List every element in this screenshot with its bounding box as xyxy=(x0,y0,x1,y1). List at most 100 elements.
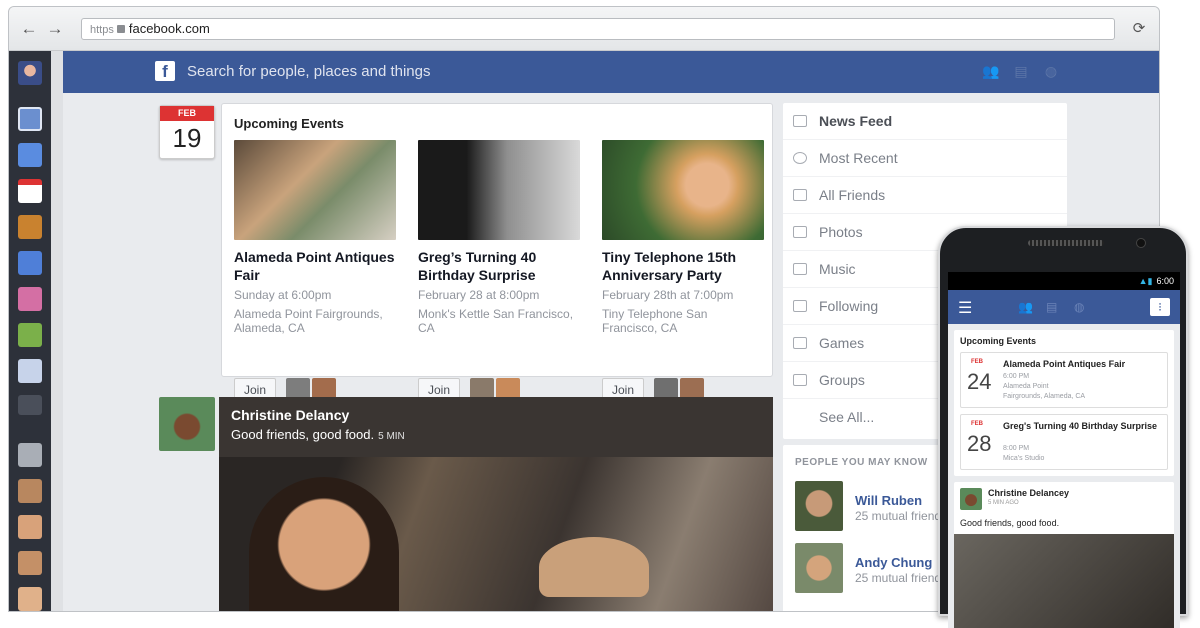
app-football-icon[interactable] xyxy=(18,323,42,347)
mutual-friends[interactable]: 25 mutual friends xyxy=(855,571,947,585)
phone-event-location: Alameda Point xyxy=(1003,383,1049,390)
friends-icon xyxy=(793,189,807,201)
post-author-avatar[interactable] xyxy=(159,397,215,451)
nav-item-label: Music xyxy=(819,261,856,277)
pymk-title: PEOPLE YOU MAY KNOW xyxy=(795,457,928,468)
news-feed-icon[interactable] xyxy=(18,107,42,131)
facebook-logo-icon[interactable]: f xyxy=(155,61,175,81)
url-protocol: https xyxy=(90,24,114,36)
upcoming-events-title: Upcoming Events xyxy=(234,116,344,131)
event-photo[interactable] xyxy=(418,140,580,240)
left-sidebar xyxy=(9,51,51,611)
nav-item-news-feed[interactable]: News Feed xyxy=(783,103,1067,140)
event-time: February 28 at 8:00pm xyxy=(418,288,540,302)
phone-event-day: 24 xyxy=(967,369,992,394)
reload-icon[interactable]: ⟳ xyxy=(1129,19,1149,39)
search-icon[interactable] xyxy=(18,251,42,275)
menu-hamburger-icon[interactable]: ☰ xyxy=(958,298,972,318)
games-icon xyxy=(793,337,807,349)
phone-event-month: FEB xyxy=(971,421,983,427)
nav-item-label: Following xyxy=(819,298,879,314)
post-author-name[interactable]: Christine Delancy xyxy=(231,407,349,423)
nav-item-all-friends[interactable]: All Friends xyxy=(783,177,1067,214)
phone-event-item[interactable]: FEB 28 Greg's Turning 40 Birthday Surpri… xyxy=(960,414,1168,470)
friend-avatar-icon[interactable] xyxy=(18,551,42,575)
forward-arrow-icon[interactable]: → xyxy=(45,19,65,39)
person-avatar[interactable] xyxy=(795,543,843,593)
following-icon xyxy=(793,300,807,312)
messages-icon[interactable] xyxy=(18,143,42,167)
person-avatar[interactable] xyxy=(795,481,843,531)
event-photo[interactable] xyxy=(234,140,396,240)
post-text: Good friends, good food. 5 MIN xyxy=(231,427,405,442)
event-name[interactable]: Greg’s Turning 40 Birthday Surprise xyxy=(418,248,580,284)
phone-post-avatar[interactable] xyxy=(960,488,982,510)
messages-icon[interactable]: ▤ xyxy=(1011,63,1031,81)
browser-toolbar: ← → https facebook.com ⟳ xyxy=(9,7,1159,51)
phone-event-location: Fairgrounds, Alameda, CA xyxy=(1003,393,1086,400)
event-item: Alameda Point Antiques Fair Sunday at 6:… xyxy=(234,140,396,402)
phone-event-time: 6:00 PM xyxy=(1003,373,1030,380)
search-input[interactable]: Search for people, places and things xyxy=(187,63,431,80)
person-name[interactable]: Andy Chung xyxy=(855,555,932,570)
notifications-globe-icon[interactable]: ◍ xyxy=(1041,63,1061,81)
mutual-friends[interactable]: 25 mutual friends xyxy=(855,509,947,523)
event-item: Tiny Telephone 15th Anniversary Party Fe… xyxy=(602,140,764,402)
event-name[interactable]: Tiny Telephone 15th Anniversary Party xyxy=(602,248,764,284)
nav-item-label: Games xyxy=(819,335,865,351)
phone-event-name: Alameda Point Antiques Fair xyxy=(1003,359,1126,369)
groups-icon xyxy=(793,374,807,386)
friend-avatar-icon[interactable] xyxy=(18,587,42,611)
nav-item-label: Groups xyxy=(819,372,865,388)
nav-item-most-recent[interactable]: Most Recent xyxy=(783,140,1067,177)
event-item: Greg’s Turning 40 Birthday Surprise Febr… xyxy=(418,140,580,402)
app-notes-icon[interactable] xyxy=(18,359,42,383)
event-name[interactable]: Alameda Point Antiques Fair xyxy=(234,248,396,284)
nav-item-label: All Friends xyxy=(819,187,886,203)
phone-upcoming-events: Upcoming Events FEB 24 Alameda Point Ant… xyxy=(954,330,1174,476)
photo-post[interactable]: Christine Delancy Good friends, good foo… xyxy=(219,397,773,611)
events-calendar-icon[interactable] xyxy=(18,179,42,203)
phone-speaker xyxy=(1028,240,1104,246)
phone-event-day: 28 xyxy=(967,431,992,456)
phone-facebook-bar: ☰ 👥 ▤ ◍ ⁝ xyxy=(948,290,1180,324)
nav-item-label: News Feed xyxy=(819,113,893,129)
phone-post-author[interactable]: Christine Delancey xyxy=(988,488,1069,498)
more-chevron-icon[interactable] xyxy=(18,395,42,415)
friend-requests-icon[interactable]: 👥 xyxy=(981,63,1001,81)
lock-icon xyxy=(116,25,125,33)
phone-clock: 6:00 xyxy=(1156,276,1174,286)
photos-icon xyxy=(793,226,807,238)
phone-screen: ▲▮ 6:00 ☰ 👥 ▤ ◍ ⁝ Upcoming Events FEB 24 … xyxy=(948,272,1180,628)
back-arrow-icon[interactable]: ← xyxy=(19,19,39,39)
news-feed-icon xyxy=(793,115,807,127)
phone-post-photo[interactable] xyxy=(954,534,1174,628)
friend-avatar-icon[interactable] xyxy=(18,443,42,467)
event-location: Alameda Point Fairgrounds, Alameda, CA xyxy=(234,307,383,335)
upcoming-events-card: Upcoming Events Alameda Point Antiques F… xyxy=(221,103,773,402)
friend-requests-icon[interactable]: 👥 xyxy=(1018,300,1034,314)
phone-camera-icon xyxy=(1136,238,1146,248)
date-badge: FEB 19 xyxy=(159,105,215,159)
person-name[interactable]: Will Ruben xyxy=(855,493,922,508)
phone-event-name: Greg's Turning 40 Birthday Surprise xyxy=(1003,421,1158,431)
address-bar[interactable]: https facebook.com xyxy=(81,18,1115,40)
friends-list-icon[interactable]: ⁝ xyxy=(1150,298,1170,316)
phone-post[interactable]: Christine Delancey 5 MIN AGO Good friend… xyxy=(954,482,1174,628)
profile-avatar-icon[interactable] xyxy=(18,61,42,85)
friend-avatar-icon[interactable] xyxy=(18,479,42,503)
facebook-header: f Search for people, places and things 👥… xyxy=(63,51,1159,93)
photos-icon[interactable] xyxy=(18,215,42,239)
event-location: Tiny Telephone San Francisco, CA xyxy=(602,307,708,335)
phone-event-item[interactable]: FEB 24 Alameda Point Antiques Fair 6:00 … xyxy=(960,352,1168,408)
app-flower-icon[interactable] xyxy=(18,287,42,311)
event-photo[interactable] xyxy=(602,140,764,240)
messages-icon[interactable]: ▤ xyxy=(1046,300,1062,314)
android-phone: ▲▮ 6:00 ☰ 👥 ▤ ◍ ⁝ Upcoming Events FEB 24 … xyxy=(938,226,1188,628)
notifications-globe-icon[interactable]: ◍ xyxy=(1074,300,1090,314)
phone-status-bar: ▲▮ 6:00 xyxy=(948,272,1180,290)
friend-avatar-icon[interactable] xyxy=(18,515,42,539)
post-photo-hat xyxy=(539,537,649,597)
nav-item-label: Photos xyxy=(819,224,863,240)
music-note-icon xyxy=(793,263,807,275)
